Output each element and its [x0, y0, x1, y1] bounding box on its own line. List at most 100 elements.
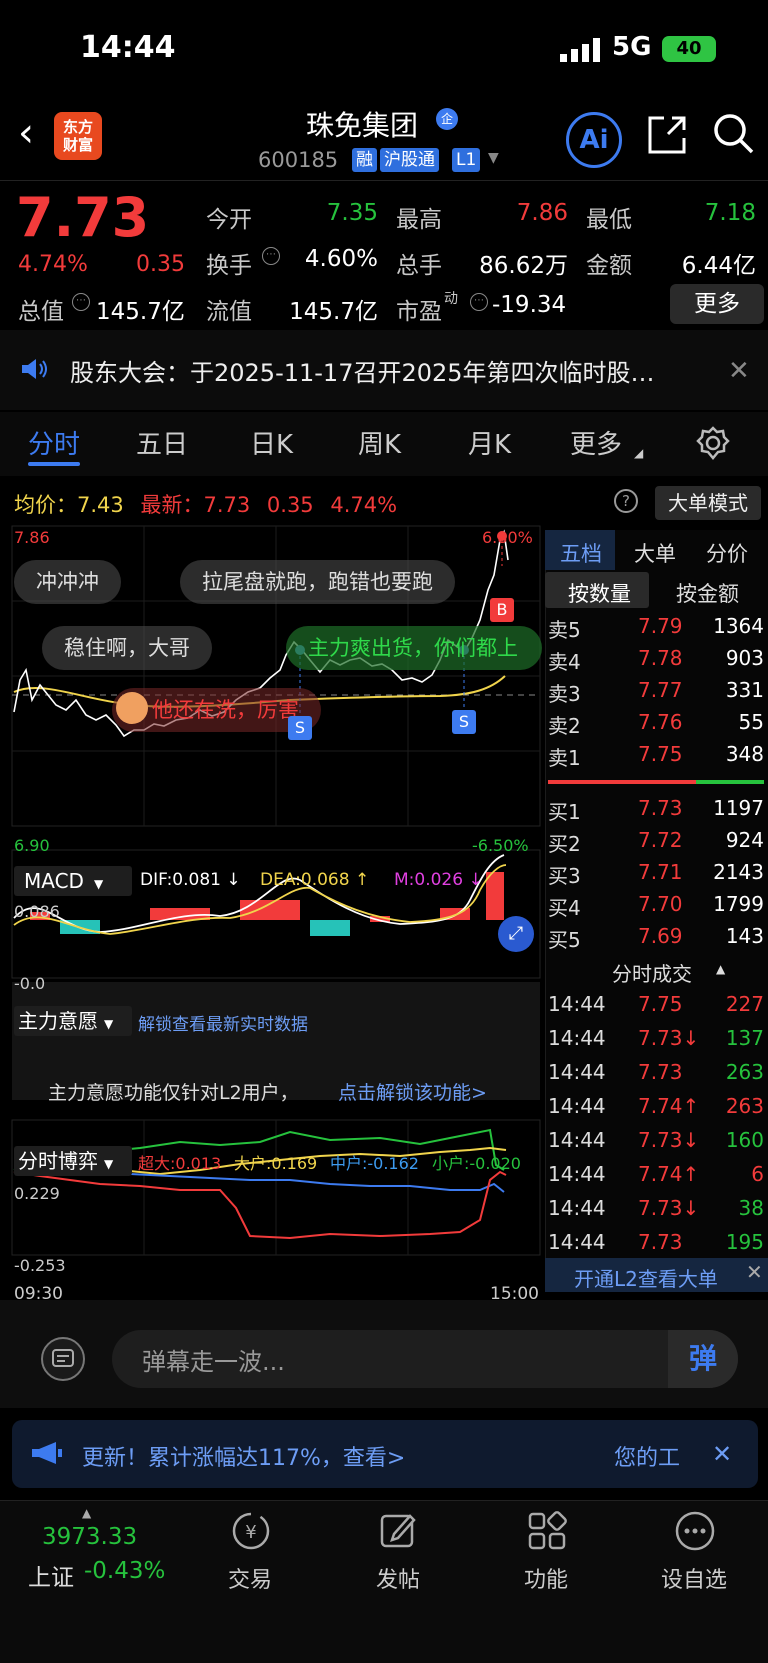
index-value[interactable]: 3973.33 [42, 1524, 137, 1550]
by-selector[interactable]: 分时博弈 ▼ [14, 1146, 132, 1176]
y-max-pct: 6.80% [482, 528, 533, 547]
gear-icon[interactable] [696, 426, 730, 460]
notice-text[interactable]: 股东大会：于2025-11-17召开2025年第四次临时股… [70, 353, 655, 388]
danmu-placeholder[interactable]: 弹幕走一波... [142, 1342, 285, 1377]
turnover-value: 4.60% [304, 246, 378, 272]
buy-level-volume: 1799 [713, 892, 764, 916]
chevron-down-icon[interactable]: ▼ [488, 150, 499, 166]
info-icon[interactable]: ⋯ [262, 247, 280, 265]
tick-row-label: 14:44 [548, 1162, 606, 1186]
bigorder-mode-button[interactable]: 大单模式 [655, 486, 761, 520]
super-large-series [13, 1170, 507, 1240]
info-icon[interactable]: ⋯ [72, 293, 90, 311]
tick-row-label: 14:44 [548, 1196, 606, 1220]
help-icon[interactable]: ? [614, 489, 638, 513]
by-mid: 中户:-0.162 [330, 1154, 419, 1173]
sell-level: 卖5 7.79 1364 [548, 614, 764, 644]
subtab-by-amount[interactable]: 按金额 [676, 578, 739, 608]
buy-level-volume: 1197 [713, 796, 764, 820]
svg-text:¥: ¥ [245, 1522, 256, 1543]
volume-label: 总手 [396, 253, 442, 279]
nav-trade[interactable]: 交易 [200, 1562, 300, 1594]
tab-5day[interactable]: 五日 [136, 424, 188, 461]
function-icon[interactable] [526, 1510, 568, 1552]
book-ratio-buy [696, 780, 764, 784]
ad-text[interactable]: 更新！累计涨幅达117%，查看> [82, 1440, 405, 1472]
stock-name: 珠免集团 [306, 109, 419, 142]
index-name[interactable]: 上证 [28, 1558, 74, 1592]
buy-level: 买5 7.69 143 [548, 924, 764, 954]
dea-value: DEA:0.068 ↑ [260, 870, 370, 890]
sell-level-label: 卖3 [548, 682, 581, 706]
tab-more[interactable]: 更多 [570, 424, 622, 461]
sell-level-price: 7.79 [638, 614, 683, 638]
more-button[interactable]: 更多 [670, 284, 764, 324]
pe-value: -19.34 [492, 292, 567, 318]
nav-function[interactable]: 功能 [496, 1562, 596, 1594]
danmu-bubble: 冲冲冲 [14, 560, 121, 604]
tick-row-label: 14:44 [548, 992, 606, 1016]
macd-selector[interactable]: MACD ▼ [14, 866, 132, 896]
chevron-up-icon[interactable]: ▲ [716, 962, 725, 976]
book-tab-level5[interactable]: 五档 [560, 538, 602, 568]
nav-watchlist[interactable]: 设自选 [644, 1562, 744, 1594]
by-super: 超大:0.013 [138, 1154, 222, 1173]
tag-hk-connect: 沪股通 [380, 148, 439, 172]
tick-row-label: 14:44 [548, 1060, 606, 1084]
change-value: 0.35 [136, 252, 185, 277]
turnover-label: 换手 [206, 253, 252, 279]
danmu-settings-icon[interactable] [40, 1336, 86, 1382]
tab-daily[interactable]: 日K [250, 424, 293, 461]
buy-marker[interactable]: B [490, 598, 514, 622]
tick-row-volume: 160 [725, 1128, 764, 1152]
low-label: 最低 [586, 207, 632, 233]
close-icon[interactable]: ✕ [728, 356, 750, 386]
chevron-up-icon[interactable]: ▲ [82, 1506, 91, 1520]
post-icon[interactable] [378, 1510, 420, 1552]
ad-right-text[interactable]: 您的工 [614, 1440, 680, 1472]
tab-weekly[interactable]: 周K [358, 424, 401, 461]
book-tab-price[interactable]: 分价 [706, 538, 748, 568]
share-icon[interactable] [646, 114, 688, 156]
by-small: 小户:-0.020 [432, 1154, 521, 1173]
y-max-label: 7.86 [14, 528, 50, 547]
nav-post[interactable]: 发帖 [348, 1562, 448, 1594]
tab-underline [28, 462, 80, 466]
back-icon[interactable]: ‹ [18, 110, 34, 156]
tick-row-volume: 137 [725, 1026, 764, 1050]
tick-row-volume: 38 [738, 1196, 764, 1220]
subtab-by-count[interactable]: 按数量 [568, 578, 631, 608]
stock-code: 600185 [258, 148, 339, 172]
ai-button[interactable]: Ai [566, 112, 622, 168]
zl-unlock-link[interactable]: 解锁查看最新实时数据 [138, 1010, 308, 1035]
expand-icon[interactable]: ⤢ [498, 916, 534, 952]
sell-level-price: 7.76 [638, 710, 683, 734]
l2-banner-text[interactable]: 开通L2查看大单 [574, 1263, 718, 1292]
buy-level: 买4 7.70 1799 [548, 892, 764, 922]
sell-level: 卖2 7.76 55 [548, 710, 764, 740]
megaphone-icon [32, 1442, 62, 1464]
close-icon[interactable]: ✕ [712, 1440, 732, 1468]
danmu-bubble-highlight: 主力爽出货，你们都上 [286, 626, 542, 670]
tab-monthly[interactable]: 月K [468, 424, 511, 461]
sell-marker[interactable]: S [288, 716, 312, 740]
app-logo: 东方 财富 [54, 112, 102, 160]
zl-selector[interactable]: 主力意愿 ▼ [14, 1006, 132, 1036]
danmu-send-button[interactable]: 弹 [668, 1330, 738, 1388]
book-tab-bigorder[interactable]: 大单 [634, 538, 676, 568]
change-pct: 4.74% [18, 252, 88, 277]
watchlist-icon[interactable] [674, 1510, 716, 1552]
amount-value: 6.44亿 [681, 253, 756, 279]
current-price: 7.73 [16, 186, 150, 249]
ticks-title: 分时成交 [612, 962, 692, 986]
index-pct[interactable]: -0.43% [84, 1558, 165, 1584]
sell-marker[interactable]: S [452, 710, 476, 734]
tab-intraday[interactable]: 分时 [28, 424, 80, 461]
tag-l1[interactable]: L1 [452, 148, 481, 172]
tick-row: 14:44 7.73↓ 137 [548, 1026, 764, 1056]
trade-icon[interactable]: ¥ [230, 1510, 272, 1552]
zl-unlock-button[interactable]: 点击解锁该功能> [338, 1078, 487, 1105]
info-icon[interactable]: ⋯ [470, 293, 488, 311]
search-icon[interactable] [712, 112, 756, 156]
close-icon[interactable]: ✕ [746, 1260, 763, 1284]
